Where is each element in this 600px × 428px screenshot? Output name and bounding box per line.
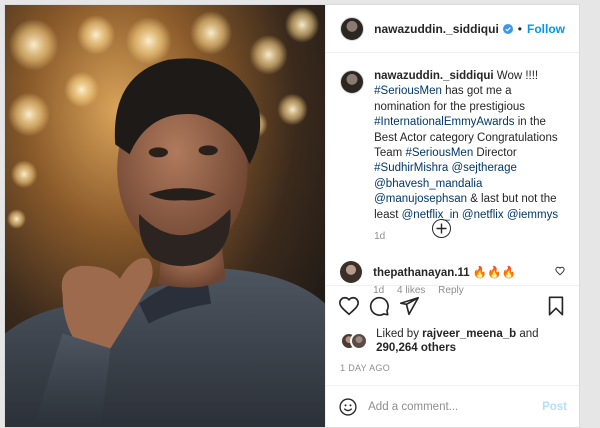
caption-author-avatar[interactable] — [340, 70, 365, 94]
comments-section: nawazuddin._siddiqui Wow !!!! #SeriousMe… — [326, 53, 579, 296]
caption-tag-link[interactable]: @manujosephsan — [374, 193, 467, 205]
comment-reply-button[interactable]: Reply — [438, 285, 464, 296]
likes-text: Liked by rajveer_meena_b and 290,264 oth… — [376, 327, 538, 355]
liker-avatar[interactable] — [350, 332, 369, 350]
caption-tag-link[interactable]: #SudhirMishra — [374, 162, 448, 174]
caption-username[interactable]: nawazuddin._siddiqui — [374, 70, 493, 82]
save-bookmark-icon[interactable] — [545, 295, 567, 317]
comment-content: 🔥🔥🔥 — [472, 267, 516, 279]
caption-text-segment: Wow !!!! — [493, 70, 539, 82]
caption-text-segment: Director — [473, 147, 517, 160]
caption-tag-link[interactable]: @bhavesh_mandalia — [374, 178, 482, 190]
post-comment-button[interactable]: Post — [542, 401, 567, 413]
liker-avatars — [340, 332, 370, 350]
liked-by-middle: and — [516, 328, 539, 340]
follow-button[interactable]: Follow — [527, 22, 565, 36]
liked-by-prefix: Liked by — [376, 328, 423, 340]
commenter-username[interactable]: thepathanayan.11 — [373, 267, 470, 279]
add-comment-bar: Post — [326, 385, 579, 427]
screenshot-frame: nawazuddin._siddiqui • Follow nawazuddin… — [0, 0, 600, 428]
like-heart-icon[interactable] — [338, 295, 360, 317]
author-avatar[interactable] — [340, 16, 365, 41]
caption-tag-link[interactable]: #SeriousMen — [405, 147, 473, 159]
caption-tag-link[interactable]: @sejtherage — [451, 162, 516, 174]
caption-body: nawazuddin._siddiqui Wow !!!! #SeriousMe… — [374, 69, 564, 244]
emoji-icon[interactable] — [338, 397, 358, 417]
post-date[interactable]: 1 DAY AGO — [326, 357, 579, 377]
comment-text: thepathanayan.11 🔥🔥🔥 — [373, 265, 516, 279]
caption-text: Wow !!!! #SeriousMen has got me a nomina… — [374, 70, 558, 221]
comment-time[interactable]: 1d — [373, 285, 384, 296]
likes-summary: Liked by rajveer_meena_b and 290,264 oth… — [326, 325, 579, 357]
plus-icon — [436, 223, 447, 234]
post-card: nawazuddin._siddiqui • Follow nawazuddin… — [4, 4, 580, 428]
plus-circle-icon[interactable] — [432, 219, 452, 238]
likes-count[interactable]: 290,264 others — [376, 342, 456, 354]
comment-input[interactable] — [368, 400, 543, 413]
caption: nawazuddin._siddiqui Wow !!!! #SeriousMe… — [340, 69, 565, 244]
verified-badge-icon — [502, 23, 513, 34]
caption-tag-link[interactable]: @netflix_in — [402, 209, 459, 221]
caption-tag-link[interactable]: @netflix — [462, 209, 504, 221]
caption-tag-link[interactable]: #InternationalEmmyAwards — [374, 116, 514, 128]
comment-bubble-icon[interactable] — [368, 295, 390, 317]
caption-time[interactable]: 1d — [374, 229, 564, 244]
caption-tag-link[interactable]: #SeriousMen — [374, 85, 442, 97]
post-side-panel: nawazuddin._siddiqui • Follow nawazuddin… — [325, 5, 579, 427]
liked-by-user[interactable]: rajveer_meena_b — [422, 328, 516, 340]
share-paper-plane-icon[interactable] — [398, 295, 420, 317]
comment-like-heart-icon[interactable] — [555, 266, 565, 276]
comment-row: thepathanayan.11 🔥🔥🔥 1d 4 likes Reply — [340, 261, 565, 296]
comment-likes[interactable]: 4 likes — [397, 285, 425, 296]
comment-meta: 1d 4 likes Reply — [373, 285, 474, 296]
header-separator: • — [517, 21, 522, 36]
post-photo[interactable] — [5, 5, 326, 427]
caption-tag-link[interactable]: @iemmys — [507, 209, 558, 221]
author-username[interactable]: nawazuddin._siddiqui — [374, 22, 499, 36]
commenter-avatar[interactable] — [340, 261, 363, 283]
post-header: nawazuddin._siddiqui • Follow — [326, 5, 579, 53]
portrait-image — [5, 5, 326, 427]
